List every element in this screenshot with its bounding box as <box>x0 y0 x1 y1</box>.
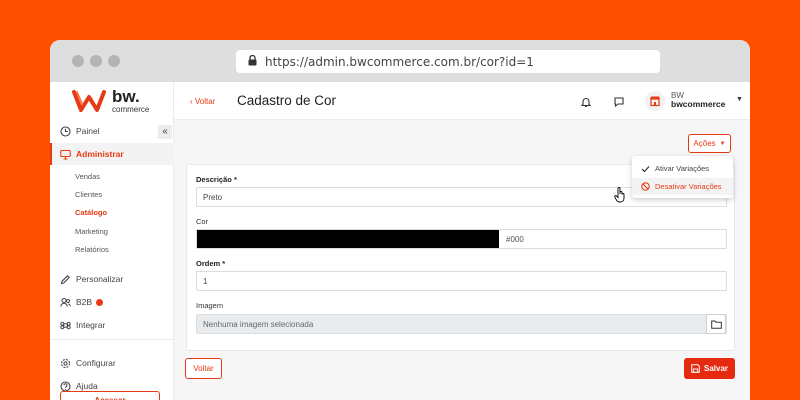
user-menu-caret-icon[interactable]: ▼ <box>736 96 743 103</box>
ordem-label: Ordem * <box>196 259 226 268</box>
hand-pointer-icon <box>614 187 626 208</box>
acoes-dropdown-button[interactable]: Ações ▼ <box>688 134 731 153</box>
command-icon <box>59 319 71 331</box>
sidebar-item-administrar[interactable]: Administrar <box>50 143 174 165</box>
menu-item-desativar-variacoes[interactable]: Desativar Variações <box>632 178 733 195</box>
brand-tagline: commerce <box>112 105 150 114</box>
cor-input[interactable]: #000 <box>196 229 727 249</box>
browser-window: https://admin.bwcommerce.com.br/cor?id=1… <box>50 40 750 400</box>
save-icon <box>691 364 700 373</box>
sidebar-subitem-vendas[interactable]: Vendas <box>75 172 100 181</box>
b2b-badge <box>96 298 104 306</box>
sidebar-item-label: Integrar <box>76 320 106 330</box>
main-content: ‹ Voltar Cadastro de Cor BW bwcommerce ▼… <box>174 82 750 400</box>
users-icon <box>59 296 71 308</box>
browser-titlebar: https://admin.bwcommerce.com.br/cor?id=1 <box>50 40 750 82</box>
cor-label: Cor <box>196 217 209 226</box>
user-info[interactable]: BW bwcommerce <box>671 91 725 110</box>
window-dot-close[interactable] <box>72 55 84 67</box>
window-dot-maximize[interactable] <box>108 55 120 67</box>
clock-icon <box>59 125 71 137</box>
imagem-label: Imagem <box>196 301 224 310</box>
acoes-label: Ações <box>693 139 716 148</box>
gear-icon <box>59 357 71 369</box>
pencil-icon <box>59 273 71 285</box>
sidebar-subitem-relatorios[interactable]: Relatórios <box>75 245 109 254</box>
sidebar-subitem-clientes[interactable]: Clientes <box>75 190 102 199</box>
monitor-icon <box>59 148 71 160</box>
sidebar-subitem-catalogo[interactable]: Catálogo <box>75 208 107 217</box>
address-bar[interactable]: https://admin.bwcommerce.com.br/cor?id=1 <box>236 50 660 73</box>
page-title: Cadastro de Cor <box>237 93 337 108</box>
sidebar-item-label: Painel <box>76 126 100 136</box>
sidebar-item-configurar[interactable]: Configurar <box>50 352 174 374</box>
ban-icon <box>641 182 651 191</box>
bell-icon[interactable] <box>580 95 592 108</box>
sidebar: bw. commerce « Painel Administrar Vendas… <box>50 82 174 400</box>
voltar-button[interactable]: Voltar <box>185 358 222 379</box>
salvar-button[interactable]: Salvar <box>684 358 735 379</box>
cor-value: #000 <box>506 234 524 244</box>
sidebar-item-personalizar[interactable]: Personalizar <box>50 268 174 290</box>
color-swatch[interactable] <box>197 230 499 248</box>
sidebar-item-label: B2B <box>76 297 93 307</box>
store-icon <box>650 96 660 107</box>
browse-folder-button[interactable] <box>706 314 726 334</box>
menu-item-label: Ativar Variações <box>655 164 710 173</box>
menu-item-ativar-variacoes[interactable]: Ativar Variações <box>632 160 733 177</box>
caret-down-icon: ▼ <box>719 140 726 147</box>
descricao-label: Descrição * <box>196 175 237 184</box>
sidebar-item-label: Administrar <box>76 149 124 159</box>
user-account-name: bwcommerce <box>671 99 726 110</box>
brand-name: bw. <box>112 87 140 106</box>
sidebar-item-painel[interactable]: Painel <box>50 120 174 142</box>
imagem-placeholder: Nenhuma imagem selecionada <box>203 319 314 329</box>
sidebar-item-integrar[interactable]: Integrar <box>50 314 174 336</box>
folder-icon <box>710 320 722 329</box>
imagem-file-input[interactable]: Nenhuma imagem selecionada <box>196 314 727 334</box>
bw-logo-icon <box>72 90 106 112</box>
descricao-value: Preto <box>203 192 223 202</box>
acessar-button[interactable]: Acessar <box>60 391 160 400</box>
url-text: https://admin.bwcommerce.com.br/cor?id=1 <box>265 54 534 69</box>
ordem-input[interactable]: 1 <box>196 271 727 291</box>
page-header: ‹ Voltar Cadastro de Cor BW bwcommerce ▼ <box>174 82 750 120</box>
window-dot-minimize[interactable] <box>90 55 102 67</box>
salvar-label: Salvar <box>703 364 729 373</box>
sidebar-item-label: Configurar <box>76 358 116 368</box>
sidebar-subitem-marketing[interactable]: Marketing <box>75 227 108 236</box>
store-avatar[interactable] <box>645 91 665 111</box>
sidebar-item-b2b[interactable]: B2B <box>50 291 174 313</box>
ordem-value: 1 <box>203 276 208 286</box>
header-back-link[interactable]: ‹ Voltar <box>190 97 215 106</box>
brand-logo[interactable]: bw. commerce <box>72 88 149 114</box>
sidebar-item-label: Personalizar <box>76 274 124 284</box>
sidebar-divider <box>50 339 174 340</box>
header-back-label: Voltar <box>194 97 216 106</box>
lock-icon <box>248 54 257 69</box>
menu-item-label: Desativar Variações <box>655 182 722 191</box>
sidebar-item-label: Ajuda <box>76 381 98 391</box>
chat-icon[interactable] <box>613 95 625 108</box>
check-icon <box>641 165 651 173</box>
acoes-dropdown-menu: Ativar Variações Desativar Variações <box>632 156 733 198</box>
